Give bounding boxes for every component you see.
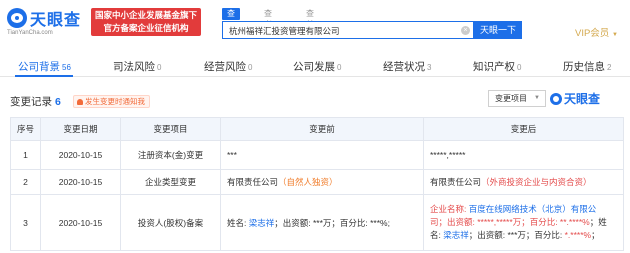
gov-badge-line2: 官方备案企业征信机构 xyxy=(103,23,189,33)
gov-badge: 国家中小企业发展基金旗下 官方备案企业征信机构 xyxy=(91,8,201,36)
after-l3-pct: *.****% xyxy=(564,230,592,240)
tab-count: 2 xyxy=(607,63,612,72)
tab-label: 知识产权 xyxy=(473,61,515,73)
before-rest: ；出资额: ***万；百分比: ***%; xyxy=(274,217,390,228)
cell-after: *****,***** xyxy=(423,140,624,170)
table-row: 1 2020-10-15 注册资本(金)变更 *** *****,***** xyxy=(10,140,624,170)
cell-date: 2020-10-15 xyxy=(40,140,121,170)
cell-before: *** xyxy=(220,140,424,170)
cell-before: 姓名: 梁志祥；出资额: ***万；百分比: ***%; xyxy=(220,194,424,251)
tab-judicial-risk[interactable]: 司法风险 0 xyxy=(113,59,161,74)
chevron-down-icon: ▼ xyxy=(534,95,540,101)
after-l2-tail: ；姓 xyxy=(589,217,607,227)
cell-after: 有限责任公司（外商投资企业与内资合资） xyxy=(423,169,624,195)
col-header-item: 变更项目 xyxy=(120,117,221,141)
after-l3-tail: ； xyxy=(591,230,600,240)
tab-company-development[interactable]: 公司发展 0 xyxy=(293,59,341,74)
tab-count: 0 xyxy=(248,63,253,72)
col-header-index: 序号 xyxy=(10,117,41,141)
search-input[interactable]: 杭州福祥汇投资管理有限公司 × xyxy=(222,21,474,39)
after-line-3: 名: 梁志祥；出资额: ***万；百分比: *.****%； xyxy=(430,229,623,242)
after-l2-amount: *****,*****万 xyxy=(477,217,522,227)
tab-count: 3 xyxy=(427,63,432,72)
col-header-after: 变更后 xyxy=(423,117,624,141)
tab-company-background[interactable]: 公司背景 56 xyxy=(18,59,71,74)
eye-logo-icon xyxy=(550,93,562,105)
company-nav-tabs: 公司背景 56 司法风险 0 经营风险 0 公司发展 0 经营状况 3 知识产权 0 历史信… xyxy=(0,55,630,77)
eye-logo-icon xyxy=(7,8,27,28)
tab-label: 公司背景 xyxy=(18,61,60,73)
after-l3-label: 名: xyxy=(430,230,444,240)
logo-name: 天眼查 xyxy=(30,12,82,29)
before-name-label: 姓名: xyxy=(227,217,249,228)
cell-index: 3 xyxy=(10,194,41,251)
tab-label: 历史信息 xyxy=(563,61,605,73)
company-link[interactable]: 百度在线网络技术（北京）有限公 xyxy=(469,204,597,214)
tab-label: 公司发展 xyxy=(293,61,335,73)
change-record-table: 序号 变更日期 变更项目 变更前 变更后 1 2020-10-15 注册资本(金… xyxy=(10,117,624,251)
clear-icon[interactable]: × xyxy=(461,26,470,35)
tab-count: 0 xyxy=(337,63,342,72)
cell-date: 2020-10-15 xyxy=(40,194,121,251)
before-highlight: （自然人独资） xyxy=(278,177,338,187)
select-value: 变更项目 xyxy=(495,94,527,103)
search-tab-company[interactable]: 查公司 xyxy=(222,8,240,42)
col-header-date: 变更日期 xyxy=(40,117,121,141)
before-main: 有限责任公司 xyxy=(227,177,279,187)
after-line-1: 企业名称: 百度在线网络技术（北京）有限公 xyxy=(430,203,623,216)
tab-label: 经营状况 xyxy=(383,61,425,73)
table-row: 2 2020-10-15 企业类型变更 有限责任公司（自然人独资） 有限责任公司… xyxy=(10,169,624,195)
notify-label: 发生变更时通知我 xyxy=(85,97,145,106)
gov-badge-line1: 国家中小企业发展基金旗下 xyxy=(94,10,197,20)
cell-before: 有限责任公司（自然人独资） xyxy=(220,169,424,195)
logo-url: TianYanCha.com xyxy=(7,30,53,36)
tianyancha-watermark: 天眼查 xyxy=(550,90,600,107)
cell-item: 投资人(股权)备案 xyxy=(120,194,221,251)
tab-label: 司法风险 xyxy=(113,61,155,73)
active-tab-indicator xyxy=(15,75,73,77)
after-highlight: （外商投资企业与内资合资） xyxy=(481,177,592,187)
tab-count: 56 xyxy=(62,63,71,72)
cell-index: 2 xyxy=(10,169,41,195)
cell-date: 2020-10-15 xyxy=(40,169,121,195)
after-l3-rest: ；出资额: ***万；百分比: xyxy=(468,230,565,240)
after-company-label: 企业名称: xyxy=(430,204,469,214)
after-l2-pct-label: ；百分比: xyxy=(521,217,560,227)
person-link[interactable]: 梁志祥 xyxy=(443,230,469,240)
search-button[interactable]: 天眼一下 xyxy=(474,21,522,39)
col-header-before: 变更前 xyxy=(220,117,424,141)
section-title-text: 变更记录 xyxy=(10,96,52,108)
chevron-down-icon: ▼ xyxy=(611,32,618,38)
bell-icon xyxy=(77,98,83,105)
tab-operating-status[interactable]: 经营状况 3 xyxy=(383,59,431,74)
brand-text: 天眼查 xyxy=(564,92,601,106)
section-count: 6 xyxy=(55,96,61,108)
tab-count: 0 xyxy=(517,63,522,72)
search-input-value: 杭州福祥汇投资管理有限公司 xyxy=(229,26,340,36)
vip-member-link[interactable]: VIP会员 ▼ xyxy=(575,25,618,39)
table-header-row: 序号 变更日期 变更项目 变更前 变更后 xyxy=(10,117,624,141)
after-l2-pct: **.****% xyxy=(559,217,590,227)
tab-label: 经营风险 xyxy=(204,61,246,73)
after-main: 有限责任公司 xyxy=(430,177,482,187)
table-row: 3 2020-10-15 投资人(股权)备案 姓名: 梁志祥；出资额: ***万… xyxy=(10,194,624,251)
tab-intellectual-property[interactable]: 知识产权 0 xyxy=(473,59,521,74)
cell-item: 企业类型变更 xyxy=(120,169,221,195)
person-link[interactable]: 梁志祥 xyxy=(249,218,275,228)
tianyancha-logo[interactable]: 天眼查 TianYanCha.com xyxy=(7,6,89,36)
change-notify-button[interactable]: 发生变更时通知我 xyxy=(73,95,150,108)
after-l2-prefix: 司；出资额: xyxy=(430,217,478,227)
after-line-2: 司；出资额: *****,*****万；百分比: **.****%；姓 xyxy=(430,216,623,229)
cell-after: 企业名称: 百度在线网络技术（北京）有限公 司；出资额: *****,*****… xyxy=(423,194,624,251)
cell-index: 1 xyxy=(10,140,41,170)
change-type-select[interactable]: 变更项目 ▼ xyxy=(488,90,546,107)
vip-label: VIP会员 xyxy=(575,28,610,39)
tab-history[interactable]: 历史信息 2 xyxy=(563,59,611,74)
top-header: 天眼查 TianYanCha.com 国家中小企业发展基金旗下 官方备案企业征信… xyxy=(0,0,630,46)
tab-count: 0 xyxy=(157,63,162,72)
tab-business-risk[interactable]: 经营风险 0 xyxy=(204,59,252,74)
cell-item: 注册资本(金)变更 xyxy=(120,140,221,170)
section-title: 变更记录 6 xyxy=(10,94,61,109)
